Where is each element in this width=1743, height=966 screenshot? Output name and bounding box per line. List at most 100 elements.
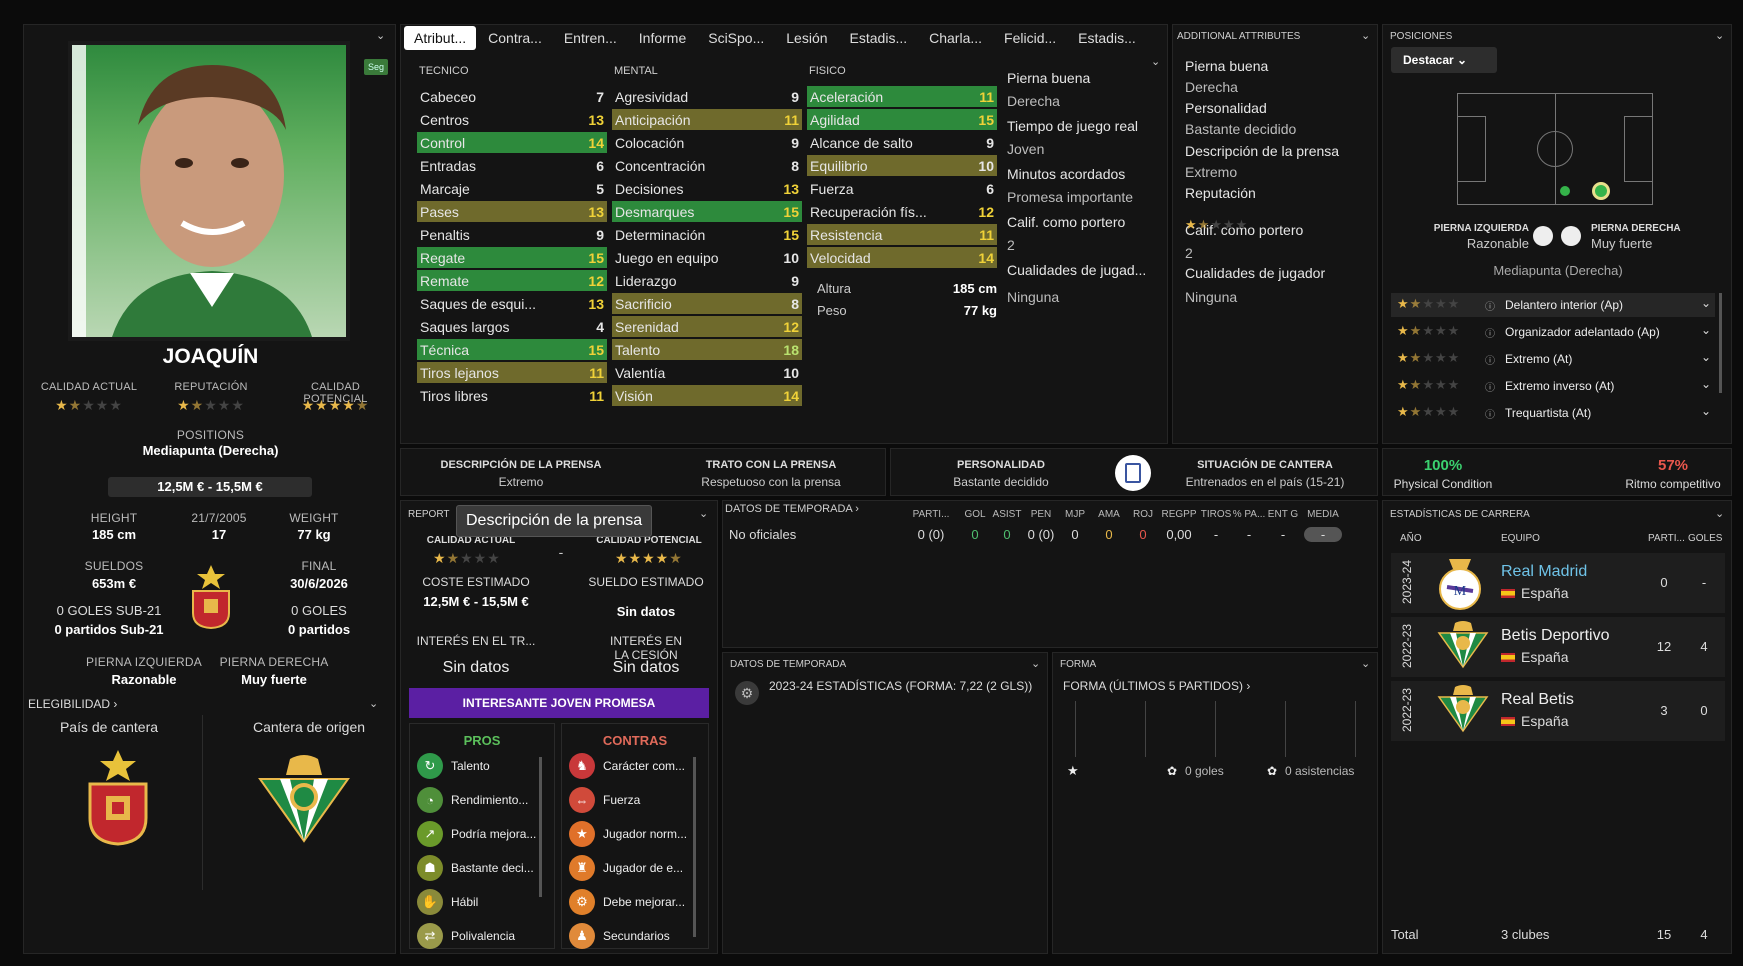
tab-6[interactable]: Estadis... <box>840 26 918 50</box>
tab-5[interactable]: Lesión <box>776 26 837 50</box>
chevron-down-icon[interactable]: ⌄ <box>1701 350 1711 364</box>
chevron-down-icon[interactable]: ⌄ <box>1031 657 1040 670</box>
tab-9[interactable]: Estadis... <box>1068 26 1146 50</box>
destacar-dropdown[interactable]: Destacar ⌄ <box>1391 47 1497 73</box>
career-team[interactable]: Real Madrid <box>1501 563 1587 581</box>
roles-scrollbar[interactable] <box>1719 293 1722 393</box>
attr-tecnico-12[interactable]: Tiros lejanos 11 <box>417 362 607 383</box>
attr-fisico-5[interactable]: Recuperación fís... 12 <box>807 201 997 222</box>
contra-item[interactable]: ⚙ Debe mejorar... <box>569 889 685 915</box>
career-row[interactable]: 2022-23 Betis Deportivo España 12 4 <box>1391 617 1725 677</box>
season-title[interactable]: DATOS DE TEMPORADA › <box>725 503 859 515</box>
contra-item[interactable]: ♜ Jugador de e... <box>569 855 683 881</box>
info-icon[interactable]: ⓘ <box>1485 298 1495 313</box>
chevron-down-icon[interactable]: ⌄ <box>1361 657 1370 670</box>
attr-tecnico-3[interactable]: Entradas 6 <box>417 155 607 176</box>
info-icon[interactable]: ⓘ <box>1485 379 1495 394</box>
pros-scrollbar[interactable] <box>539 757 542 897</box>
chevron-down-icon[interactable]: ⌄ <box>1715 29 1724 42</box>
info-icon[interactable]: ⓘ <box>1485 352 1495 367</box>
tab-2[interactable]: Entren... <box>554 26 627 50</box>
role-row[interactable]: ★★★★★ ⓘ Extremo (At) ⌄ <box>1391 347 1715 371</box>
role-row[interactable]: ★★★★★ ⓘ Organizador adelantado (Ap) ⌄ <box>1391 320 1715 344</box>
contra-item[interactable]: ♟ Secundarios <box>569 923 670 949</box>
attr-tecnico-1[interactable]: Centros 13 <box>417 109 607 130</box>
chevron-down-icon[interactable]: ⌄ <box>1701 377 1711 391</box>
attr-tecnico-0[interactable]: Cabeceo 7 <box>417 86 607 107</box>
attr-fisico-7[interactable]: Velocidad 14 <box>807 247 997 268</box>
pro-item[interactable]: ↻ Talento <box>417 753 490 779</box>
attr-mental-4[interactable]: Decisiones 13 <box>612 178 802 199</box>
attr-mental-7[interactable]: Juego en equipo 10 <box>612 247 802 268</box>
chevron-down-icon[interactable]: ⌄ <box>1361 29 1370 42</box>
seg-badge[interactable]: Seg <box>364 59 389 75</box>
attr-fisico-3[interactable]: Equilibrio 10 <box>807 155 997 176</box>
career-team[interactable]: Betis Deportivo <box>1501 627 1610 645</box>
tab-8[interactable]: Felicid... <box>994 26 1066 50</box>
career-team[interactable]: Real Betis <box>1501 691 1574 709</box>
attr-tecnico-10[interactable]: Saques largos 4 <box>417 316 607 337</box>
attr-tecnico-9[interactable]: Saques de esqui... 13 <box>417 293 607 314</box>
chevron-down-icon[interactable]: ⌄ <box>1715 507 1724 520</box>
chevron-down-icon[interactable]: ⌄ <box>699 507 708 520</box>
career-row[interactable]: 2023-24 M Real Madrid España 0 - <box>1391 553 1725 613</box>
attr-fisico-1[interactable]: Agilidad 15 <box>807 109 997 130</box>
forma-subtitle[interactable]: FORMA (ÚLTIMOS 5 PARTIDOS) › <box>1063 679 1250 693</box>
attr-tecnico-8[interactable]: Remate 12 <box>417 270 607 291</box>
role-row[interactable]: ★★★★★ ⓘ Delantero interior (Ap) ⌄ <box>1391 293 1715 317</box>
role-row[interactable]: ★★★★★ ⓘ Trequartista (At) ⌄ <box>1391 401 1715 425</box>
attr-mental-6[interactable]: Determinación 15 <box>612 224 802 245</box>
attr-tecnico-6[interactable]: Penaltis 9 <box>417 224 607 245</box>
attr-mental-12[interactable]: Valentía 10 <box>612 362 802 383</box>
tab-7[interactable]: Charla... <box>919 26 992 50</box>
chevron-down-icon[interactable]: ⌄ <box>1701 296 1711 310</box>
elegibilidad-link[interactable]: ELEGIBILIDAD › <box>28 697 117 711</box>
attr-fisico-6[interactable]: Resistencia 11 <box>807 224 997 245</box>
attr-mental-5[interactable]: Desmarques 15 <box>612 201 802 222</box>
contra-item[interactable]: ⇔ Fuerza <box>569 787 640 813</box>
attr-tecnico-2[interactable]: Control 14 <box>417 132 607 153</box>
chevron-down-icon[interactable]: ⌄ <box>376 29 385 42</box>
attr-tecnico-11[interactable]: Técnica 15 <box>417 339 607 360</box>
chevron-down-icon[interactable]: ⌄ <box>1151 55 1160 68</box>
attr-mental-13[interactable]: Visión 14 <box>612 385 802 406</box>
tab-3[interactable]: Informe <box>629 26 696 50</box>
tab-1[interactable]: Contra... <box>478 26 552 50</box>
attr-fisico-4[interactable]: Fuerza 6 <box>807 178 997 199</box>
attr-mental-9[interactable]: Sacrificio 8 <box>612 293 802 314</box>
attr-mental-0[interactable]: Agresividad 9 <box>612 86 802 107</box>
attr-mental-8[interactable]: Liderazgo 9 <box>612 270 802 291</box>
attr-mental-1[interactable]: Anticipación 11 <box>612 109 802 130</box>
pro-item[interactable]: ◔ Rendimiento... <box>417 787 528 813</box>
pro-item[interactable]: ↗ Podría mejora... <box>417 821 536 847</box>
tab-4[interactable]: SciSpo... <box>698 26 774 50</box>
attr-fisico-2[interactable]: Alcance de salto 9 <box>807 132 997 153</box>
tab-0[interactable]: Atribut... <box>404 26 477 50</box>
info-icon[interactable]: ⓘ <box>1485 406 1495 421</box>
contras-scrollbar[interactable] <box>693 757 696 937</box>
contra-item[interactable]: ♞ Carácter com... <box>569 753 685 779</box>
attr-mental-2[interactable]: Colocación 9 <box>612 132 802 153</box>
chevron-down-icon[interactable]: ⌄ <box>1701 404 1711 418</box>
settings-icon[interactable]: ⚙ <box>735 681 759 705</box>
pro-item[interactable]: ☗ Bastante deci... <box>417 855 534 881</box>
contra-item[interactable]: ★ Jugador norm... <box>569 821 687 847</box>
pro-item[interactable]: ⇄ Polivalencia <box>417 923 515 949</box>
position-dot-primary[interactable] <box>1592 182 1610 200</box>
attr-tecnico-5[interactable]: Pases 13 <box>417 201 607 222</box>
attr-tecnico-4[interactable]: Marcaje 5 <box>417 178 607 199</box>
career-row[interactable]: 2022-23 Real Betis España 3 0 <box>1391 681 1725 741</box>
attr-mental-11[interactable]: Talento 18 <box>612 339 802 360</box>
role-row[interactable]: ★★★★★ ⓘ Extremo inverso (At) ⌄ <box>1391 374 1715 398</box>
attr-tecnico-13[interactable]: Tiros libres 11 <box>417 385 607 406</box>
season-col[interactable]: MEDIA <box>1299 509 1347 520</box>
chevron-down-icon[interactable]: ⌄ <box>369 697 378 710</box>
attr-fisico-0[interactable]: Aceleración 11 <box>807 86 997 107</box>
info-icon[interactable]: ⓘ <box>1485 325 1495 340</box>
pro-item[interactable]: ✋ Hábil <box>417 889 478 915</box>
season-col[interactable]: PARTI... <box>907 509 955 520</box>
attr-mental-10[interactable]: Serenidad 12 <box>612 316 802 337</box>
attr-tecnico-7[interactable]: Regate 15 <box>417 247 607 268</box>
chevron-down-icon[interactable]: ⌄ <box>1701 323 1711 337</box>
attr-mental-3[interactable]: Concentración 8 <box>612 155 802 176</box>
